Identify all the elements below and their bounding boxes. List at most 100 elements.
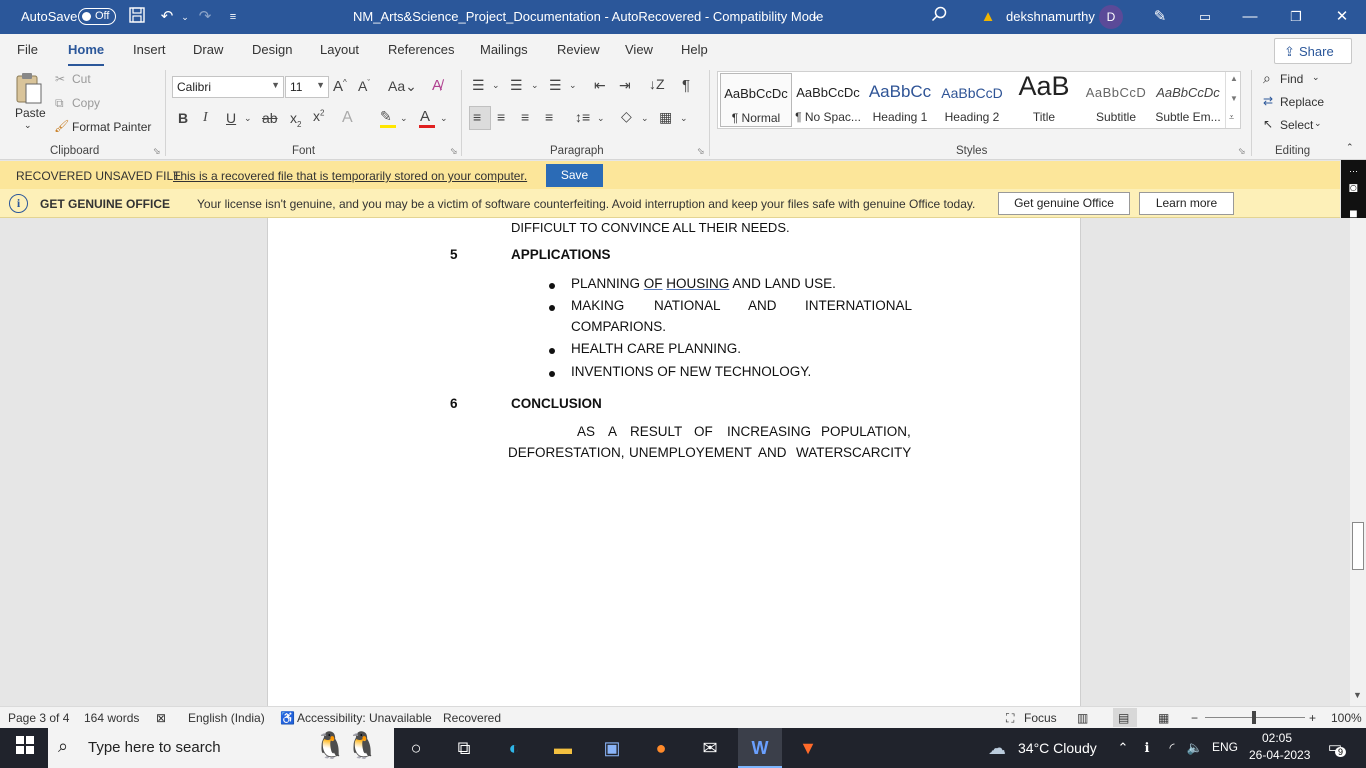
tab-view[interactable]: View — [625, 42, 653, 57]
find-button[interactable]: Find — [1280, 72, 1303, 86]
font-size-combo[interactable]: 11 ▼ — [285, 76, 329, 98]
clipboard-launcher-icon[interactable]: ⬂ — [153, 146, 161, 157]
scroll-down-icon[interactable]: ▼ — [1353, 690, 1362, 700]
store-icon[interactable]: ▣ — [599, 736, 625, 760]
avatar[interactable]: D — [1099, 5, 1123, 29]
cut-button[interactable]: Cut — [72, 72, 91, 86]
close-icon[interactable]: ✕ — [1331, 6, 1353, 28]
gallery-scroll[interactable]: ▲ ▼ ⩡ — [1225, 72, 1241, 128]
tab-review[interactable]: Review — [557, 42, 600, 57]
style-subtitle[interactable]: AaBbCcD Subtitle — [1080, 73, 1152, 127]
paste-label[interactable]: Paste — [15, 106, 46, 120]
user-name[interactable]: dekshnamurthy — [1006, 9, 1095, 24]
bold-icon[interactable]: B — [178, 110, 188, 126]
paste-icon[interactable] — [14, 72, 44, 106]
highlight-dropdown-icon[interactable]: ⌄ — [400, 113, 408, 124]
highlight-icon[interactable]: ✎ — [380, 108, 392, 125]
line-spacing-icon[interactable]: ↕≡ — [575, 109, 590, 125]
tab-home[interactable]: Home — [68, 42, 105, 67]
show-formatting-icon[interactable]: ¶ — [682, 77, 690, 94]
chevron-down-icon[interactable]: ▼ — [1230, 94, 1238, 103]
style-heading-2[interactable]: AaBbCcD Heading 2 — [936, 73, 1008, 127]
zoom-level[interactable]: 100% — [1331, 711, 1362, 725]
redo-icon[interactable]: ↷ — [194, 6, 216, 28]
collapse-ribbon-icon[interactable]: ⌃ — [1346, 142, 1354, 153]
scrollbar-thumb[interactable] — [1352, 522, 1364, 570]
shrink-font-icon[interactable]: Aˇ — [358, 78, 370, 94]
task-view-icon[interactable]: ⧉ — [451, 736, 477, 760]
tab-mailings[interactable]: Mailings — [480, 42, 528, 57]
share-button[interactable]: ⇪ Share — [1274, 38, 1352, 64]
cloudy-weather-icon[interactable]: ☁ — [984, 736, 1010, 760]
chevron-up-icon[interactable]: ▲ — [1230, 74, 1238, 83]
shading-icon[interactable]: ◇ — [621, 108, 632, 125]
underline-icon[interactable]: U — [226, 110, 236, 126]
text-effects-icon[interactable]: A — [342, 109, 353, 127]
multilevel-dropdown-icon[interactable]: ⌄ — [569, 80, 577, 91]
pen-icon[interactable]: ✎ — [1149, 6, 1171, 28]
tab-help[interactable]: Help — [681, 42, 708, 57]
style-subtle-emphasis[interactable]: AaBbCcDc Subtle Em... — [1152, 73, 1224, 127]
tab-references[interactable]: References — [388, 42, 454, 57]
style-heading-1[interactable]: AaBbCc Heading 1 — [864, 73, 936, 127]
bullets-icon[interactable]: ☰ — [472, 77, 485, 94]
font-color-dropdown-icon[interactable]: ⌄ — [440, 113, 448, 124]
learn-more-button[interactable]: Learn more — [1139, 192, 1234, 215]
copy-button[interactable]: Copy — [72, 96, 100, 110]
cortana-icon[interactable]: ○ — [403, 736, 429, 760]
align-center-icon[interactable]: ≡ — [497, 109, 505, 125]
edge-icon[interactable]: ◐ — [501, 736, 527, 760]
camera-icon[interactable]: ◙ — [1344, 178, 1363, 197]
accessibility-status[interactable]: Accessibility: Unavailable — [297, 711, 432, 725]
proofing-icon[interactable]: ⊠ — [156, 711, 166, 725]
search-icon[interactable] — [928, 6, 950, 28]
style-title[interactable]: AaB Title — [1008, 71, 1080, 127]
restore-icon[interactable]: ❐ — [1285, 6, 1307, 28]
clear-formatting-icon[interactable]: A̸ — [432, 77, 442, 94]
zoom-slider-thumb[interactable] — [1252, 711, 1256, 724]
volume-icon[interactable]: 🔈 — [1182, 736, 1208, 760]
tab-insert[interactable]: Insert — [133, 42, 166, 57]
increase-indent-icon[interactable]: ⇥ — [619, 77, 631, 94]
undo-dropdown-icon[interactable]: ⌄ — [174, 6, 196, 28]
vlc-icon[interactable]: ▼ — [795, 736, 821, 760]
save-icon[interactable] — [126, 6, 148, 28]
language-indicator[interactable]: ENG — [1212, 740, 1238, 754]
replace-button[interactable]: Replace — [1280, 95, 1324, 109]
document-title[interactable]: NM_Arts&Science_Project_Documentation - … — [353, 9, 823, 24]
underline-dropdown-icon[interactable]: ⌄ — [244, 113, 252, 124]
change-case-icon[interactable]: Aa⌄ — [388, 78, 417, 95]
tab-design[interactable]: Design — [252, 42, 292, 57]
paragraph-launcher-icon[interactable]: ⬂ — [697, 146, 705, 157]
numbering-dropdown-icon[interactable]: ⌄ — [531, 80, 539, 91]
borders-icon[interactable]: ▦ — [659, 109, 672, 126]
recovered-message-link[interactable]: This is a recovered file that is tempora… — [173, 169, 527, 183]
styles-launcher-icon[interactable]: ⬂ — [1238, 146, 1246, 157]
align-right-icon[interactable]: ≡ — [521, 109, 529, 125]
more-styles-icon[interactable]: ⩡ — [1229, 112, 1234, 123]
autosave-toggle[interactable]: Off — [78, 8, 116, 25]
tab-draw[interactable]: Draw — [193, 42, 223, 57]
style-no-spacing[interactable]: AaBbCcDc ¶ No Spac... — [792, 73, 864, 127]
taskbar-search-box[interactable]: ⌕ Type here to search 🐧🐧 — [48, 728, 394, 768]
focus-button[interactable]: Focus — [1024, 711, 1057, 725]
multilevel-list-icon[interactable]: ☰ — [549, 77, 562, 94]
find-dropdown-icon[interactable]: ⌄ — [1312, 72, 1320, 83]
superscript-icon[interactable]: x2 — [313, 108, 324, 124]
firefox-icon[interactable]: ● — [648, 736, 674, 760]
sort-icon[interactable]: ↓Z — [649, 76, 665, 92]
select-button[interactable]: Select — [1280, 118, 1313, 132]
minimize-icon[interactable]: — — [1239, 6, 1261, 28]
numbering-icon[interactable]: ☰ — [510, 77, 523, 94]
windows-start-icon[interactable] — [12, 736, 38, 760]
weather-text[interactable]: 34°C Cloudy — [1018, 740, 1097, 756]
page-count[interactable]: Page 3 of 4 — [8, 711, 69, 725]
chevron-up-icon[interactable]: ⌃ — [1110, 736, 1136, 760]
subscript-icon[interactable]: x2 — [290, 110, 301, 129]
clock-date[interactable]: 26-04-2023 — [1249, 748, 1310, 762]
customize-qat-icon[interactable]: ≡ — [222, 6, 244, 28]
web-layout-icon[interactable]: ▦ — [1158, 711, 1169, 725]
get-genuine-office-button[interactable]: Get genuine Office — [998, 192, 1130, 215]
font-color-icon[interactable]: A — [420, 108, 430, 125]
bullets-dropdown-icon[interactable]: ⌄ — [492, 80, 500, 91]
